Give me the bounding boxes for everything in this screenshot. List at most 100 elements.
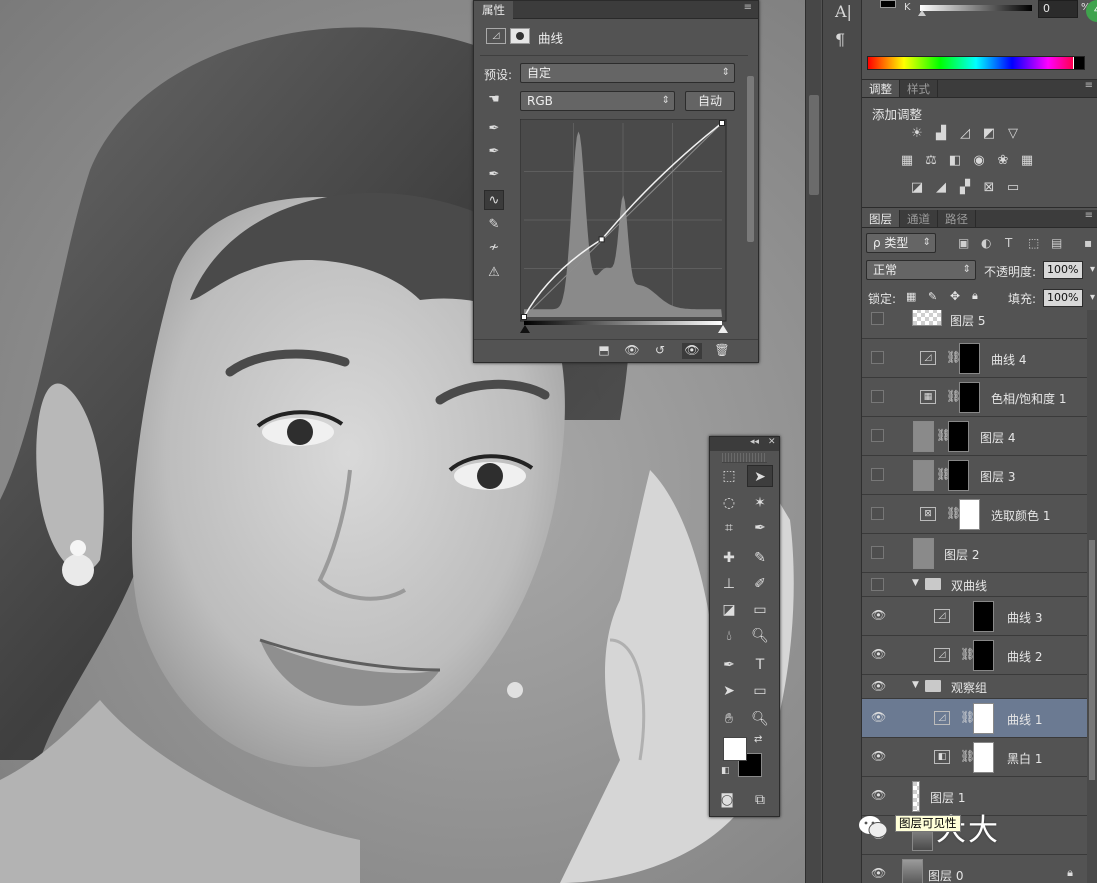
path-selection-tool-icon[interactable]: ➤ [716,680,742,702]
smooth-curve-icon[interactable]: ≁ [484,238,504,258]
blend-mode-select[interactable]: 正常 [866,260,976,280]
visibility-toggle[interactable]: 👁︎ [871,680,886,693]
gradient-map-icon[interactable]: ▭ [1004,180,1022,196]
layers-scroll-thumb[interactable] [1089,540,1095,780]
curve-point-tool-icon[interactable]: ∿ [484,190,504,210]
mask-thumbnail[interactable] [973,703,994,734]
k-slider[interactable] [920,5,1032,11]
clone-stamp-tool-icon[interactable]: ⊥ [716,573,742,595]
lasso-tool-icon[interactable]: ◌ [716,492,742,514]
opacity-field[interactable]: 100% [1043,261,1095,279]
lock-move-icon[interactable]: ✥ [950,289,960,303]
delete-icon[interactable]: 🗑︎ [712,343,732,359]
canvas-scrollbar[interactable] [805,0,821,883]
curves-icon[interactable]: ◿ [956,126,974,142]
magic-wand-tool-icon[interactable]: ✶ [747,492,773,514]
color-spectrum[interactable] [867,56,1085,70]
layer-row-selected[interactable]: 👁︎ ◿ ⛓ 曲线 1 [862,699,1087,738]
tab-channels[interactable]: 通道 [900,210,938,227]
properties-scroll-thumb[interactable] [747,76,754,242]
layer-row[interactable]: 图层 2 [862,534,1087,573]
layer-row[interactable]: 👁︎ 图层 0 🔒︎ [862,855,1087,883]
canvas-scroll-thumb[interactable] [809,95,819,195]
mask-thumbnail[interactable] [948,421,969,452]
hand-tool-icon[interactable]: ✋︎ [716,708,742,730]
layer-row[interactable]: ⛓ 图层 4 [862,417,1087,456]
preset-select[interactable]: 自定 [520,63,735,83]
layer-row[interactable]: ▦ ⛓ 色相/饱和度 1 [862,378,1087,417]
k-value-field[interactable]: 0 [1038,0,1078,18]
gray-eyedropper-icon[interactable]: ✒ [484,142,504,162]
group-expand-icon[interactable]: ▼ [912,680,919,690]
filter-pixel-icon[interactable]: ▣ [958,236,969,250]
layer-row[interactable]: ⛓ 图层 3 [862,456,1087,495]
mask-thumbnail[interactable] [973,601,994,632]
layer-row[interactable]: ⊠ ⛓ 选取颜色 1 [862,495,1087,534]
lock-transparent-icon[interactable]: ▦ [906,290,916,303]
input-sliders[interactable] [520,325,730,335]
visibility-toggle[interactable] [871,312,884,325]
visibility-toggle[interactable]: 👁︎ [871,609,886,622]
threshold-icon[interactable]: ▞ [956,180,974,196]
lock-brush-icon[interactable]: ✎ [928,290,937,303]
pen-tool-icon[interactable]: ✒ [716,654,742,676]
mask-thumbnail[interactable] [948,460,969,491]
black-white-icon[interactable]: ◧ [946,153,964,169]
toolbox-grip[interactable] [722,453,767,463]
visibility-toggle[interactable] [871,390,884,403]
mask-thumbnail[interactable] [973,640,994,671]
visibility-toggle[interactable]: 👁︎ [871,867,886,880]
rectangle-tool-icon[interactable]: ▭ [747,680,773,702]
pencil-draw-icon[interactable]: ✎ [484,215,504,235]
layer-row[interactable]: 👁︎ ◧ ⛓ 黑白 1 [862,738,1087,777]
tab-paths[interactable]: 路径 [938,210,976,227]
close-icon[interactable]: ✕ [768,437,776,447]
k-slider-thumb[interactable] [918,10,926,16]
character-panel-icon[interactable]: A| [835,2,852,21]
hue-saturation-icon[interactable]: ▦ [898,153,916,169]
layers-menu-icon[interactable]: ≡ [1085,210,1093,221]
levels-icon[interactable]: ▟ [932,126,950,142]
mask-icon[interactable] [510,28,530,44]
posterize-icon[interactable]: ◢ [932,180,950,196]
foreground-color-swatch[interactable] [723,737,747,761]
brush-tool-icon[interactable]: ✎ [747,547,773,569]
clipping-warning-icon[interactable]: ⚠ [484,263,504,283]
filter-toggle-icon[interactable]: ▪ [1084,236,1092,250]
paragraph-panel-icon[interactable]: ¶ [835,30,845,49]
mask-thumbnail[interactable] [973,742,994,773]
visibility-toggle[interactable] [871,468,884,481]
curves-graph[interactable] [520,119,730,325]
swap-colors-icon[interactable]: ⇄ [754,734,762,745]
invert-icon[interactable]: ◪ [908,180,926,196]
fill-field[interactable]: 100% [1043,289,1095,307]
visibility-toggle[interactable]: 👁︎ [871,750,886,763]
blur-tool-icon[interactable]: 💧︎ [716,625,742,647]
layer-group-row[interactable]: 👁︎ ▼ 观察组 [862,675,1087,699]
move-tool-icon[interactable]: ➤ [747,465,773,487]
marquee-tool-icon[interactable]: ⬚ [716,465,742,487]
filter-adjustment-icon[interactable]: ◐ [981,236,991,250]
layer-row[interactable]: ◿ ⛓ 曲线 4 [862,339,1087,378]
filter-shape-icon[interactable]: ⬚ [1028,236,1039,250]
mask-thumbnail[interactable] [959,343,980,374]
tab-layers[interactable]: 图层 [862,210,900,227]
toggle-visibility-icon[interactable]: 👁︎ [682,343,702,359]
color-balance-icon[interactable]: ⚖ [922,153,940,169]
tab-adjustments[interactable]: 调整 [862,80,900,97]
photo-filter-icon[interactable]: ◉ [970,153,988,169]
properties-title-bar[interactable]: 属性 ≡ [474,1,758,19]
collapse-icon[interactable]: ◂◂ [750,437,759,447]
zoom-tool-icon[interactable]: 🔍︎ [747,708,773,730]
layer-row[interactable]: 👁︎ ◿ 曲线 3 [862,597,1087,636]
color-lookup-icon[interactable]: ▦ [1018,153,1036,169]
curves-adjustment-icon[interactable]: ◿ [486,28,506,44]
visibility-toggle[interactable]: 👁︎ [871,789,886,802]
visibility-toggle[interactable] [871,429,884,442]
toolbox-header[interactable]: ◂◂ ✕ [710,437,779,451]
layers-scrollbar[interactable] [1087,310,1097,883]
channel-mixer-icon[interactable]: ❀ [994,153,1012,169]
color-swatch[interactable] [880,0,896,8]
crop-tool-icon[interactable]: ⌗ [716,517,742,539]
visibility-toggle[interactable] [871,546,884,559]
